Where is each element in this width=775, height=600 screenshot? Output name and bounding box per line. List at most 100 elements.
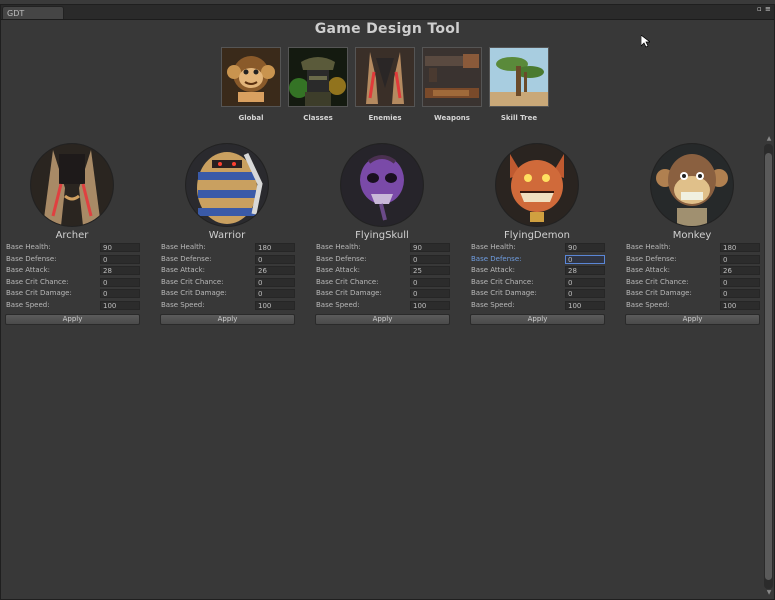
stat-label: Base Defense:	[161, 254, 212, 263]
stat-row-speed: Base Speed: 100	[4, 300, 140, 312]
apply-button[interactable]: Apply	[625, 313, 760, 325]
stat-row-crit-chance: Base Crit Chance: 0	[624, 277, 760, 289]
stat-row-defense: Base Defense: 0	[469, 254, 605, 266]
stat-row-attack: Base Attack: 28	[469, 265, 605, 277]
nav-item-skill-tree[interactable]: Skill Tree	[488, 47, 550, 122]
stat-label: Base Crit Chance:	[316, 277, 379, 286]
stat-row-defense: Base Defense: 0	[4, 254, 140, 266]
scroll-up-icon[interactable]: ▲	[766, 136, 772, 142]
tree-icon[interactable]	[489, 47, 549, 107]
base-crit-damage-field[interactable]: 0	[255, 289, 295, 299]
stat-row-crit-damage: Base Crit Damage: 0	[4, 288, 140, 300]
character-name: Warrior	[208, 230, 246, 241]
stat-label: Base Crit Chance:	[161, 277, 224, 286]
stat-label: Base Health:	[316, 243, 361, 251]
base-health-field[interactable]: 90	[565, 243, 605, 252]
tab-gdt[interactable]: GDT	[2, 6, 64, 19]
nav-label: Weapons	[434, 114, 470, 122]
base-health-field[interactable]: 90	[410, 243, 450, 252]
base-health-field[interactable]: 180	[255, 243, 295, 252]
apply-button[interactable]: Apply	[160, 313, 295, 325]
nav-item-enemies[interactable]: Enemies	[354, 47, 416, 122]
stat-label: Base Crit Damage:	[626, 289, 692, 298]
monkey-icon[interactable]	[221, 47, 281, 107]
base-attack-field[interactable]: 26	[720, 266, 760, 276]
base-speed-field[interactable]: 100	[100, 300, 140, 310]
stat-row-crit-damage: Base Crit Damage: 0	[159, 288, 295, 300]
base-defense-field[interactable]: 0	[100, 254, 140, 264]
base-attack-field[interactable]: 26	[255, 266, 295, 276]
stat-row-attack: Base Attack: 26	[624, 265, 760, 277]
apply-button[interactable]: Apply	[470, 313, 605, 325]
base-crit-damage-field[interactable]: 0	[720, 289, 760, 299]
stat-row-health: Base Health: 180	[159, 242, 295, 254]
base-speed-field[interactable]: 100	[255, 300, 295, 310]
stat-row-crit-chance: Base Crit Chance: 0	[314, 277, 450, 289]
demon-icon[interactable]	[355, 47, 415, 107]
base-crit-damage-field[interactable]: 0	[565, 289, 605, 299]
nav-label: Enemies	[368, 114, 402, 122]
gun-icon[interactable]	[422, 47, 482, 107]
base-crit-chance-field[interactable]: 0	[255, 277, 295, 287]
base-attack-field[interactable]: 28	[565, 266, 605, 276]
character-card-flyingskull: FlyingSkull Base Health: 90 Base Defense:…	[314, 143, 450, 325]
base-defense-field[interactable]: 0	[410, 254, 450, 264]
stat-row-crit-damage: Base Crit Damage: 0	[469, 288, 605, 300]
maximize-icon[interactable]: ▫	[757, 6, 762, 13]
flyingskull-portrait	[340, 143, 424, 227]
character-card-warrior: Warrior Base Health: 180 Base Defense: 0 B…	[159, 143, 295, 325]
base-crit-chance-field[interactable]: 0	[100, 277, 140, 287]
stat-label: Base Crit Damage:	[6, 289, 72, 298]
stat-label: Base Speed:	[161, 300, 205, 309]
tab-strip: GDT ▫ ≡	[1, 5, 774, 20]
scrollbar-thumb[interactable]	[765, 153, 772, 580]
base-crit-damage-field[interactable]: 0	[100, 289, 140, 299]
stat-label: Base Speed:	[471, 300, 515, 309]
stats-list: Base Health: 90 Base Defense: 0 Base Attac…	[314, 242, 450, 312]
stat-label: Base Defense:	[6, 254, 57, 263]
stat-label: Base Attack:	[471, 266, 515, 275]
stat-row-crit-chance: Base Crit Chance: 0	[4, 277, 140, 289]
flyingdemon-portrait	[495, 143, 579, 227]
base-defense-field-focused[interactable]: 0	[565, 254, 605, 264]
base-speed-field[interactable]: 100	[565, 300, 605, 310]
apply-button[interactable]: Apply	[315, 313, 450, 325]
stat-row-crit-chance: Base Crit Chance: 0	[159, 277, 295, 289]
base-attack-field[interactable]: 28	[100, 266, 140, 276]
base-crit-chance-field[interactable]: 0	[720, 277, 760, 287]
vertical-scrollbar[interactable]	[764, 144, 773, 589]
stat-row-crit-damage: Base Crit Damage: 0	[314, 288, 450, 300]
character-name: FlyingDemon	[504, 230, 570, 241]
nav-item-classes[interactable]: Classes	[287, 47, 349, 122]
nav-label: Classes	[303, 114, 333, 122]
stat-row-health: Base Health: 90	[314, 242, 450, 254]
base-crit-chance-field[interactable]: 0	[410, 277, 450, 287]
scroll-down-icon[interactable]: ▼	[766, 590, 772, 596]
base-health-field[interactable]: 90	[100, 243, 140, 252]
base-speed-field[interactable]: 100	[410, 300, 450, 310]
base-defense-field[interactable]: 0	[255, 254, 295, 264]
menu-icon[interactable]: ≡	[765, 6, 771, 13]
base-defense-field[interactable]: 0	[720, 254, 760, 264]
stat-label: Base Speed:	[316, 300, 360, 309]
page-title: Game Design Tool	[314, 21, 461, 37]
stat-label: Base Health:	[6, 243, 51, 251]
stat-label: Base Crit Damage:	[161, 289, 227, 298]
nav-item-global[interactable]: Global	[220, 47, 282, 122]
base-attack-field[interactable]: 25	[410, 266, 450, 276]
apply-button[interactable]: Apply	[5, 313, 140, 325]
stat-row-attack: Base Attack: 26	[159, 265, 295, 277]
nav-label: Skill Tree	[500, 114, 538, 122]
stat-label: Base Crit Damage:	[471, 289, 537, 298]
base-speed-field[interactable]: 100	[720, 300, 760, 310]
stat-row-speed: Base Speed: 100	[314, 300, 450, 312]
editor-window: GDT ▫ ≡ Game Design Tool Global Classes …	[0, 4, 775, 600]
mouse-cursor-icon	[641, 35, 650, 48]
base-crit-chance-field[interactable]: 0	[565, 277, 605, 287]
nav-item-weapons[interactable]: Weapons	[421, 47, 483, 122]
soldier-icon[interactable]	[288, 47, 348, 107]
base-crit-damage-field[interactable]: 0	[410, 289, 450, 299]
base-health-field[interactable]: 180	[720, 243, 760, 252]
stat-row-attack: Base Attack: 25	[314, 265, 450, 277]
stats-list: Base Health: 90 Base Defense: 0 Base Attac…	[4, 242, 140, 312]
